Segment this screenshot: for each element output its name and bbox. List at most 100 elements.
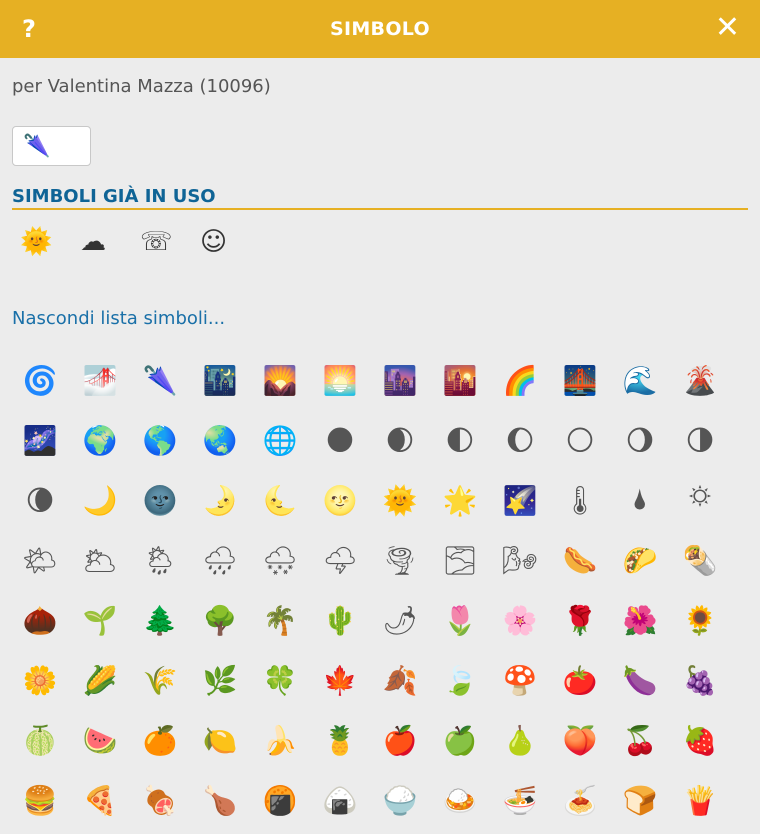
symbol-option[interactable]: 🌋 <box>670 350 730 410</box>
symbol-option[interactable]: 🌖 <box>610 410 670 470</box>
symbol-option[interactable]: 🌦 <box>130 530 190 590</box>
symbol-option[interactable]: 🍔 <box>10 770 70 830</box>
symbol-option[interactable]: 🌀 <box>10 350 70 410</box>
symbol-option[interactable]: 🍑 <box>550 710 610 770</box>
symbol-option[interactable]: 🍟 <box>670 770 730 830</box>
symbol-option[interactable]: 🌄 <box>250 350 310 410</box>
symbol-option[interactable]: 🌂 <box>130 350 190 410</box>
close-icon[interactable]: ✕ <box>715 13 740 43</box>
symbol-option[interactable]: 🌒 <box>370 410 430 470</box>
symbol-option[interactable]: 🌃 <box>190 350 250 410</box>
symbol-option[interactable]: 🍚 <box>370 770 430 830</box>
symbol-option[interactable]: 🍒 <box>610 710 670 770</box>
symbol-option[interactable]: 🌸 <box>490 590 550 650</box>
symbol-option[interactable]: 🍐 <box>490 710 550 770</box>
symbol-option[interactable]: 🌁 <box>70 350 130 410</box>
symbol-option[interactable]: 🌹 <box>550 590 610 650</box>
symbol-option[interactable]: 🌭 <box>550 530 610 590</box>
symbol-option[interactable]: 🌉 <box>550 350 610 410</box>
symbol-option[interactable]: 🌇 <box>430 350 490 410</box>
symbol-option[interactable]: 🌬 <box>490 530 550 590</box>
symbol-option[interactable]: 🌆 <box>370 350 430 410</box>
symbol-option[interactable]: 🌧 <box>190 530 250 590</box>
symbol-option[interactable]: 🌍 <box>70 410 130 470</box>
symbol-option[interactable]: 🌌 <box>10 410 70 470</box>
symbol-option[interactable]: 🌰 <box>10 590 70 650</box>
symbol-option[interactable]: 🍂 <box>370 650 430 710</box>
symbol-option[interactable]: 🍃 <box>430 650 490 710</box>
symbol-option[interactable]: 🌴 <box>250 590 310 650</box>
symbol-option[interactable]: 🌚 <box>130 470 190 530</box>
symbol-option[interactable]: 🌲 <box>130 590 190 650</box>
symbol-option[interactable]: 🌐 <box>250 410 310 470</box>
hide-symbol-list-link[interactable]: Nascondi lista simboli... <box>12 308 225 329</box>
symbol-option[interactable]: 🍌 <box>250 710 310 770</box>
symbol-option[interactable]: 🌞 <box>370 470 430 530</box>
symbol-option[interactable]: 🌤 <box>10 530 70 590</box>
symbol-option[interactable]: 🌡 <box>550 470 610 530</box>
symbol-option[interactable]: 🍊 <box>130 710 190 770</box>
symbol-option[interactable]: 🌘 <box>10 470 70 530</box>
symbol-option[interactable]: 🍗 <box>190 770 250 830</box>
symbol-option[interactable]: 🌗 <box>670 410 730 470</box>
symbol-option[interactable]: 🍝 <box>550 770 610 830</box>
symbol-option[interactable]: 🍁 <box>310 650 370 710</box>
symbol-option[interactable]: 🌵 <box>310 590 370 650</box>
used-symbol[interactable]: ☏ <box>140 222 200 262</box>
symbol-option[interactable]: 🍆 <box>610 650 670 710</box>
symbol-option[interactable]: 🌫 <box>430 530 490 590</box>
symbol-option[interactable]: 🌈 <box>490 350 550 410</box>
symbol-option[interactable]: 🌣 <box>670 470 730 530</box>
symbol-option[interactable]: 🍏 <box>430 710 490 770</box>
symbol-option[interactable]: 🌔 <box>490 410 550 470</box>
symbol-option[interactable]: 🌏 <box>190 410 250 470</box>
help-button[interactable]: ? <box>22 14 36 44</box>
symbol-option[interactable]: 🌝 <box>310 470 370 530</box>
symbol-option[interactable]: 🌪 <box>370 530 430 590</box>
symbol-option[interactable]: 🌥 <box>70 530 130 590</box>
symbol-option[interactable]: 🌼 <box>10 650 70 710</box>
symbol-option[interactable]: 🌱 <box>70 590 130 650</box>
symbol-option[interactable]: 🌽 <box>70 650 130 710</box>
symbol-option[interactable]: 🌨 <box>250 530 310 590</box>
symbol-option[interactable]: 🍈 <box>10 710 70 770</box>
symbol-option[interactable]: 🍖 <box>130 770 190 830</box>
symbol-option[interactable]: 🍅 <box>550 650 610 710</box>
current-symbol-field[interactable]: 🌂 <box>12 126 91 166</box>
symbol-option[interactable]: 🌛 <box>190 470 250 530</box>
symbol-option[interactable]: 🌟 <box>430 470 490 530</box>
symbol-option[interactable]: 🍇 <box>670 650 730 710</box>
used-symbol[interactable]: ☁ <box>80 222 140 262</box>
symbol-option[interactable]: 🍓 <box>670 710 730 770</box>
symbol-option[interactable]: 🌑 <box>310 410 370 470</box>
symbol-option[interactable]: 🌊 <box>610 350 670 410</box>
symbol-option[interactable]: 🌿 <box>190 650 250 710</box>
symbol-option[interactable]: 🌯 <box>670 530 730 590</box>
symbol-option[interactable]: 🍍 <box>310 710 370 770</box>
used-symbol[interactable]: ☺ <box>200 222 260 262</box>
symbol-option[interactable]: 🌻 <box>670 590 730 650</box>
symbol-option[interactable]: 🍜 <box>490 770 550 830</box>
symbol-option[interactable]: 🌕 <box>550 410 610 470</box>
symbol-option[interactable]: 🍞 <box>610 770 670 830</box>
used-symbol[interactable]: 🌞 <box>20 222 80 262</box>
symbol-option[interactable]: 🍕 <box>70 770 130 830</box>
symbol-option[interactable]: 🌮 <box>610 530 670 590</box>
symbol-option[interactable]: 🍋 <box>190 710 250 770</box>
symbol-option[interactable]: 🌅 <box>310 350 370 410</box>
symbol-option[interactable]: 🍎 <box>370 710 430 770</box>
symbol-option[interactable]: 🍀 <box>250 650 310 710</box>
symbol-option[interactable]: 🌠 <box>490 470 550 530</box>
symbol-option[interactable]: 🌎 <box>130 410 190 470</box>
symbol-option[interactable]: 🌩 <box>310 530 370 590</box>
symbol-option[interactable]: 🌙 <box>70 470 130 530</box>
symbol-option[interactable]: 🍙 <box>310 770 370 830</box>
symbol-option[interactable]: 🍄 <box>490 650 550 710</box>
symbol-option[interactable]: 🌺 <box>610 590 670 650</box>
symbol-option[interactable]: 🌷 <box>430 590 490 650</box>
symbol-option[interactable]: 🌳 <box>190 590 250 650</box>
symbol-option[interactable]: 🍛 <box>430 770 490 830</box>
symbol-option[interactable]: 🍘 <box>250 770 310 830</box>
symbol-option[interactable]: 🌶 <box>370 590 430 650</box>
symbol-option[interactable]: 🍉 <box>70 710 130 770</box>
